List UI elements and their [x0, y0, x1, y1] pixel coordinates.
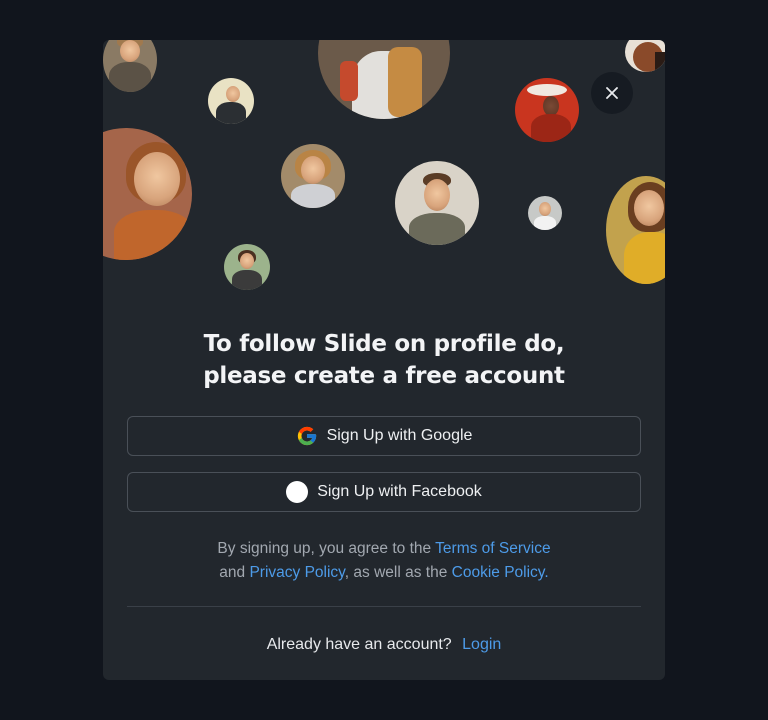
google-button-label: Sign Up with Google — [326, 427, 473, 444]
title-line-2: please create a free account — [203, 363, 565, 389]
login-prompt: Already have an account? — [266, 636, 452, 653]
avatar — [625, 40, 665, 72]
terms-of-service-link[interactable]: Terms of Service — [435, 540, 550, 557]
login-row: Already have an account? Login — [103, 633, 665, 657]
close-button[interactable] — [591, 72, 633, 114]
google-icon — [297, 426, 316, 446]
facebook-icon — [286, 481, 309, 503]
legal-text: By signing up, you agree to the Terms of… — [103, 537, 665, 585]
avatar — [103, 128, 192, 260]
avatar — [318, 40, 450, 119]
avatar — [281, 144, 345, 208]
login-link[interactable]: Login — [462, 636, 501, 653]
avatar — [528, 196, 562, 230]
legal-mid: , as well as the — [344, 564, 448, 581]
avatar — [208, 78, 254, 124]
facebook-button-label: Sign Up with Facebook — [317, 483, 482, 500]
legal-prefix: By signing up, you agree to the — [217, 540, 432, 557]
avatar — [515, 78, 579, 142]
title-line-1: To follow Slide on profile do, — [203, 331, 565, 357]
avatar — [395, 161, 479, 245]
divider — [127, 606, 641, 607]
avatar — [224, 244, 270, 290]
close-icon — [606, 87, 618, 99]
google-signup-button[interactable]: Sign Up with Google — [127, 416, 641, 456]
dialog-title: To follow Slide on profile do, please cr… — [103, 328, 665, 392]
privacy-policy-link[interactable]: Privacy Policy — [249, 564, 344, 581]
legal-and: and — [219, 564, 246, 581]
avatar — [103, 40, 157, 92]
avatar — [606, 176, 665, 284]
cookie-policy-link[interactable]: Cookie Policy. — [452, 564, 549, 581]
facebook-signup-button[interactable]: Sign Up with Facebook — [127, 472, 641, 512]
signup-modal: To follow Slide on profile do, please cr… — [103, 40, 665, 680]
